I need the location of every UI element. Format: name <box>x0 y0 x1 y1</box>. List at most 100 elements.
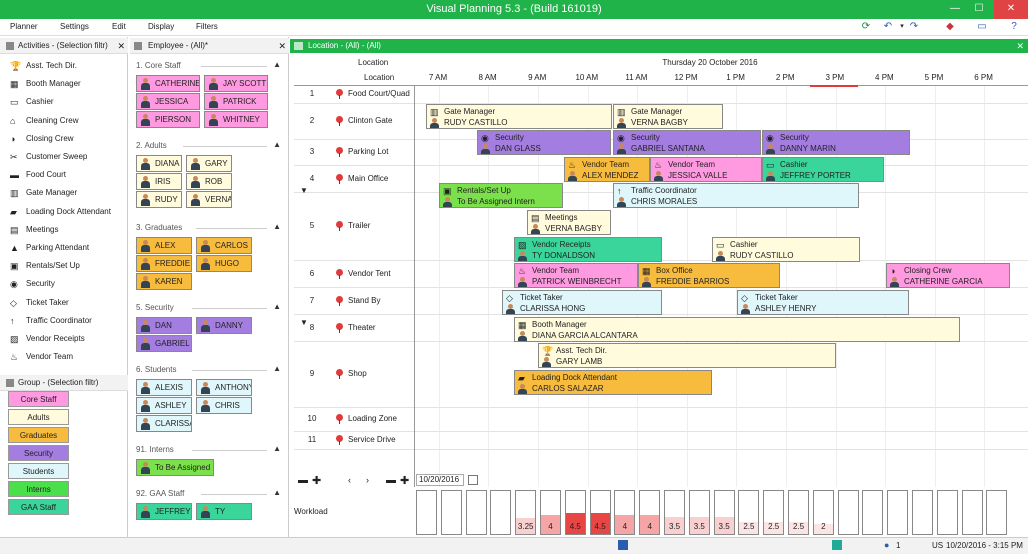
employee-chip[interactable]: CHRIS <box>196 397 252 414</box>
employee-chip[interactable]: CARLOS <box>196 237 252 254</box>
employee-chip[interactable]: IRIS <box>136 173 182 190</box>
employee-section-header[interactable]: 3. Graduates ▲ <box>136 222 281 233</box>
employee-chip[interactable]: To Be Assigned <box>136 459 214 476</box>
task-block[interactable]: ◇ Ticket Taker CLARISSA HONG <box>502 290 662 315</box>
employee-chip[interactable]: CATHERINE <box>136 75 200 92</box>
location-name[interactable]: Trailer <box>348 221 370 230</box>
calendar-icon[interactable] <box>468 475 478 485</box>
employee-chip[interactable]: VERNA <box>186 191 232 208</box>
activity-item[interactable]: ✂ Customer Sweep <box>8 148 87 165</box>
employee-chip[interactable]: WHITNEY <box>204 111 268 128</box>
help-icon[interactable]: ? <box>1008 21 1020 33</box>
task-block[interactable]: ♨ Vendor Team PATRICK WEINBRECHT <box>514 263 638 288</box>
group-item[interactable]: Security <box>8 445 69 461</box>
activity-item[interactable]: ▭ Cashier <box>8 93 54 110</box>
activity-item[interactable]: ▨ Vendor Receipts <box>8 330 85 347</box>
activity-item[interactable]: 🏆 Asst. Tech Dir. <box>8 57 77 74</box>
task-block[interactable]: ◉ Security DAN GLASS <box>477 130 611 155</box>
menu-settings[interactable]: Settings <box>60 22 89 31</box>
task-block[interactable]: ◉ Security GABRIEL SANTANA <box>613 130 761 155</box>
task-block[interactable]: ◉ Security DANNY MARIN <box>762 130 910 155</box>
group-item[interactable]: Students <box>8 463 69 479</box>
employee-chip[interactable]: DIANA <box>136 155 182 172</box>
task-block[interactable]: ▭ Cashier RUDY CASTILLO <box>712 237 860 262</box>
window-icon[interactable]: ▭ <box>976 21 988 33</box>
activity-item[interactable]: ▬ Food Court <box>8 166 66 183</box>
task-block[interactable]: ◇ Ticket Taker ASHLEY HENRY <box>737 290 909 315</box>
employee-chip[interactable]: FREDDIE <box>136 255 192 272</box>
task-block[interactable]: ▨ Vendor Receipts TY DONALDSON <box>514 237 662 262</box>
location-name[interactable]: Food Court/Quad <box>348 89 410 98</box>
task-block[interactable]: ▦ Booth Manager DIANA GARCIA ALCANTARA <box>514 317 960 342</box>
location-name[interactable]: Parking Lot <box>348 147 388 156</box>
activity-item[interactable]: ▥ Gate Manager <box>8 184 77 201</box>
menu-edit[interactable]: Edit <box>112 22 126 31</box>
employee-chip[interactable]: CLARISSA <box>136 415 192 432</box>
activity-item[interactable]: ▲ Parking Attendant <box>8 239 89 256</box>
close-icon[interactable]: ✕ <box>278 38 286 54</box>
activity-item[interactable]: ◇ Ticket Taker <box>8 294 69 311</box>
employee-chip[interactable]: GARY <box>186 155 232 172</box>
collapse-icon[interactable]: ▲ <box>273 444 281 453</box>
location-name[interactable]: Vendor Tent <box>348 269 391 278</box>
employee-section-header[interactable]: 92. GAA Staff ▲ <box>136 488 281 499</box>
date-input[interactable]: 10/20/2016 <box>416 474 464 486</box>
close-icon[interactable]: ✕ <box>1016 39 1024 53</box>
location-name[interactable]: Theater <box>348 323 376 332</box>
employee-chip[interactable]: PATRICK <box>204 93 268 110</box>
group-item[interactable]: GAA Staff <box>8 499 69 515</box>
zoom-in-button[interactable]: ✚ <box>400 474 409 487</box>
activity-item[interactable]: ↑ Traffic Coordinator <box>8 312 92 329</box>
employee-chip[interactable]: DANNY <box>196 317 252 334</box>
employee-chip[interactable]: TY <box>196 503 252 520</box>
activity-item[interactable]: ◉ Security <box>8 275 55 292</box>
menu-filters[interactable]: Filters <box>196 22 218 31</box>
group-item[interactable]: Graduates <box>8 427 69 443</box>
scroll-left-icon[interactable]: ‹ <box>348 475 351 485</box>
employee-chip[interactable]: PIERSON <box>136 111 200 128</box>
location-name[interactable]: Service Drive <box>348 435 396 444</box>
scroll-right-icon[interactable]: › <box>366 475 369 485</box>
minimize-button[interactable]: — <box>944 0 966 19</box>
menu-display[interactable]: Display <box>148 22 174 31</box>
close-window-button[interactable]: ✕ <box>994 0 1028 19</box>
employee-chip[interactable]: DAN <box>136 317 192 334</box>
chevron-down-icon[interactable]: ▾ <box>896 21 908 33</box>
activity-item[interactable]: ♨ Vendor Team <box>8 348 73 365</box>
menu-planner[interactable]: Planner <box>10 22 38 31</box>
task-block[interactable]: ▥ Gate Manager VERNA BAGBY <box>613 104 723 129</box>
row-collapse-icon[interactable]: ▼ <box>300 186 308 195</box>
employee-chip[interactable]: ANTHONY <box>196 379 252 396</box>
activity-item[interactable]: ◑ Closing Crew <box>8 130 74 147</box>
employee-chip[interactable]: ASHLEY <box>136 397 192 414</box>
collapse-icon[interactable]: ▲ <box>273 488 281 497</box>
location-name[interactable]: Main Office <box>348 174 388 183</box>
collapse-icon[interactable]: ▲ <box>273 222 281 231</box>
collapse-icon[interactable]: ▲ <box>273 140 281 149</box>
task-block[interactable]: ◑ Closing Crew CATHERINE GARCIA <box>886 263 1010 288</box>
activity-item[interactable]: ▰ Loading Dock Attendant <box>8 203 111 220</box>
employee-chip[interactable]: RUDY <box>136 191 182 208</box>
collapse-all-button[interactable]: ▬ <box>298 475 308 486</box>
employee-section-header[interactable]: 2. Adults ▲ <box>136 140 281 151</box>
employee-section-header[interactable]: 1. Core Staff ▲ <box>136 60 281 71</box>
task-block[interactable]: ▰ Loading Dock Attendant CARLOS SALAZAR <box>514 370 712 395</box>
user-icon[interactable]: ◆ <box>944 21 956 33</box>
row-collapse-icon[interactable]: ▼ <box>300 318 308 327</box>
activity-item[interactable]: ▦ Booth Manager <box>8 75 81 92</box>
employee-chip[interactable]: JESSICA <box>136 93 200 110</box>
location-name[interactable]: Loading Zone <box>348 414 397 423</box>
employee-chip[interactable]: JEFFREY <box>136 503 192 520</box>
location-name[interactable]: Stand By <box>348 296 380 305</box>
task-block[interactable]: ▣ Rentals/Set Up To Be Assigned Intern <box>439 183 563 208</box>
task-block[interactable]: ▥ Gate Manager RUDY CASTILLO <box>426 104 612 129</box>
employee-section-header[interactable]: 91. Interns ▲ <box>136 444 281 455</box>
group-item[interactable]: Adults <box>8 409 69 425</box>
employee-chip[interactable]: JAY SCOTT <box>204 75 268 92</box>
collapse-icon[interactable]: ▲ <box>273 302 281 311</box>
task-block[interactable]: 🏆 Asst. Tech Dir. GARY LAMB <box>538 343 836 368</box>
task-block[interactable]: ♨ Vendor Team JESSICA VALLE <box>650 157 762 182</box>
employee-chip[interactable]: HUGO <box>196 255 252 272</box>
employee-chip[interactable]: ALEXIS <box>136 379 192 396</box>
task-block[interactable]: ▭ Cashier JEFFREY PORTER <box>762 157 884 182</box>
